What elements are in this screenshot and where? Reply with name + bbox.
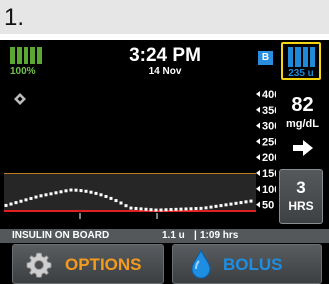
cgm-point bbox=[34, 195, 38, 199]
insulin-units: 235 u bbox=[288, 68, 314, 79]
battery-percent: 100% bbox=[10, 66, 36, 77]
cgm-point bbox=[199, 206, 203, 210]
cgm-point bbox=[19, 199, 23, 203]
insulin-on-board: INSULIN ON BOARD 1.1 u | 1:09 hrs bbox=[0, 229, 329, 243]
cgm-point bbox=[64, 189, 68, 193]
gear-icon bbox=[26, 252, 52, 278]
cgm-point bbox=[189, 207, 193, 211]
cgm-point bbox=[69, 188, 73, 192]
cgm-point bbox=[99, 193, 103, 197]
cgm-graph[interactable]: 400 350 300 250 200 150 100 50 bbox=[0, 85, 276, 230]
y-tick-marker bbox=[256, 106, 260, 113]
cgm-point bbox=[9, 202, 13, 206]
cgm-point bbox=[159, 208, 163, 212]
cgm-point bbox=[249, 199, 253, 203]
cgm-point bbox=[74, 188, 78, 192]
cgm-point bbox=[154, 208, 158, 212]
y-tick-marker bbox=[256, 185, 260, 192]
cgm-point bbox=[219, 204, 223, 208]
cgm-point bbox=[44, 193, 48, 197]
iob-time: 1:09 hrs bbox=[200, 230, 239, 241]
cgm-point bbox=[139, 207, 143, 211]
cgm-point bbox=[109, 196, 113, 200]
cgm-point bbox=[209, 205, 213, 209]
y-tick-marker bbox=[256, 122, 260, 129]
bolus-button[interactable]: BOLUS bbox=[172, 244, 322, 284]
cgm-point bbox=[29, 196, 33, 200]
cgm-point bbox=[84, 189, 88, 193]
y-tick-marker bbox=[256, 91, 260, 97]
cgm-point bbox=[144, 207, 148, 211]
glucose-unit: mg/dL bbox=[286, 118, 319, 130]
y-tick-marker bbox=[256, 201, 260, 208]
y-tick-label: 400 bbox=[262, 89, 276, 101]
glucose-reading: 82 mg/dL bbox=[276, 88, 329, 174]
y-tick-marker bbox=[256, 170, 260, 176]
y-tick-label: 100 bbox=[262, 184, 276, 196]
graph-hours-button[interactable]: 3 HRS bbox=[279, 169, 323, 224]
hours-value: 3 bbox=[296, 178, 306, 197]
cgm-point bbox=[149, 208, 153, 212]
cgm-point bbox=[179, 207, 183, 211]
cgm-point bbox=[224, 203, 228, 207]
options-button[interactable]: OPTIONS bbox=[12, 244, 164, 284]
cgm-point bbox=[194, 207, 198, 211]
iob-label: INSULIN ON BOARD bbox=[12, 230, 110, 241]
step-number: 1. bbox=[4, 4, 25, 31]
y-tick-label: 350 bbox=[262, 105, 276, 117]
cgm-point bbox=[89, 190, 93, 194]
y-tick-label: 200 bbox=[262, 152, 276, 164]
cgm-point bbox=[129, 206, 133, 210]
iob-separator: | bbox=[194, 230, 197, 241]
cgm-point bbox=[94, 191, 98, 195]
cgm-point bbox=[79, 189, 83, 193]
x-axis-ticks bbox=[79, 213, 158, 219]
y-tick-label: 300 bbox=[262, 121, 276, 133]
arrow-right-icon bbox=[293, 140, 313, 156]
bluetooth-icon: B bbox=[258, 51, 273, 65]
cgm-point bbox=[54, 191, 58, 195]
cgm-point bbox=[174, 207, 178, 211]
step-header: 1. bbox=[0, 0, 329, 34]
y-tick-label: 50 bbox=[262, 200, 274, 212]
cgm-point bbox=[204, 206, 208, 210]
glucose-value: 82 bbox=[291, 94, 314, 116]
battery-icon bbox=[10, 47, 42, 64]
y-tick-marker bbox=[256, 154, 260, 161]
y-axis: 400 350 300 250 200 150 100 50 bbox=[256, 89, 276, 212]
cgm-point bbox=[49, 192, 53, 196]
cgm-point bbox=[119, 201, 123, 205]
reservoir-icon bbox=[288, 47, 315, 67]
cgm-point bbox=[4, 203, 8, 207]
drop-icon bbox=[191, 249, 211, 279]
cgm-point bbox=[114, 199, 118, 203]
cgm-point bbox=[134, 206, 138, 210]
y-tick-label: 150 bbox=[262, 168, 276, 180]
cgm-point bbox=[59, 190, 63, 194]
cgm-point bbox=[239, 201, 243, 205]
clock-date: 14 Nov bbox=[148, 66, 182, 77]
insulin-reservoir[interactable]: 235 u bbox=[281, 42, 321, 80]
y-tick-marker bbox=[256, 138, 260, 145]
cgm-point bbox=[24, 198, 28, 202]
options-label: OPTIONS bbox=[65, 255, 142, 274]
cgm-point bbox=[124, 204, 128, 208]
cgm-point bbox=[104, 194, 108, 198]
cgm-point bbox=[14, 201, 18, 205]
target-range bbox=[4, 174, 256, 211]
clock-time: 3:24 PM bbox=[129, 45, 201, 66]
cgm-point bbox=[39, 194, 43, 198]
cgm-point bbox=[184, 207, 188, 211]
cgm-point bbox=[244, 200, 248, 204]
cgm-point bbox=[214, 204, 218, 208]
cgm-point bbox=[169, 208, 173, 212]
cgm-point bbox=[229, 202, 233, 206]
iob-amount: 1.1 u bbox=[162, 230, 185, 241]
y-tick-label: 250 bbox=[262, 136, 276, 148]
bolus-label: BOLUS bbox=[223, 255, 283, 274]
cgm-diamond-icon bbox=[14, 93, 26, 105]
hours-label: HRS bbox=[288, 199, 314, 213]
cgm-point bbox=[234, 201, 238, 205]
cgm-point bbox=[164, 208, 168, 212]
